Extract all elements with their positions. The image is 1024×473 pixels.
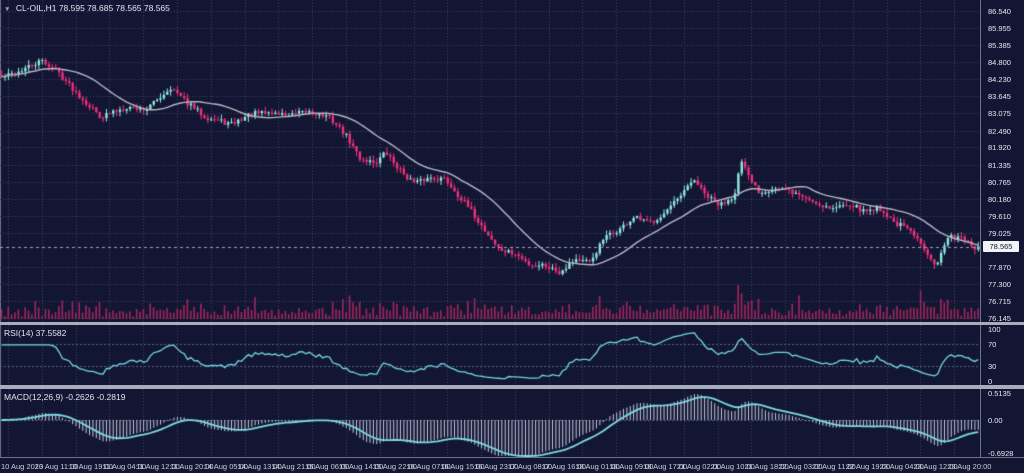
- price-axis-label: 84.230: [988, 75, 1011, 84]
- rsi-axis-label: 30: [988, 362, 996, 371]
- main-chart-panel: ▼ CL-OIL,H1 78.595 78.685 78.565 78.565 …: [0, 0, 1024, 322]
- rsi-panel: RSI(14) 37.5582 100 70 30 0: [0, 325, 1024, 385]
- ohlc-values: 78.595 78.685 78.565 78.565: [59, 3, 170, 13]
- price-axis-label: 82.490: [988, 127, 1011, 136]
- current-price-tag: 78.565: [983, 241, 1019, 252]
- price-axis-label: 86.540: [988, 7, 1011, 16]
- price-axis[interactable]: 78.565 86.540 85.955 85.385 84.800 84.230 83.…: [980, 0, 1024, 322]
- price-axis-label: 77.300: [988, 280, 1011, 289]
- macd-axis-label: -0.6928: [988, 449, 1013, 457]
- price-axis-label: 77.870: [988, 263, 1011, 272]
- price-axis-label: 79.025: [988, 229, 1011, 238]
- macd-title: MACD(12,26,9) -0.2626 -0.2819: [4, 392, 125, 402]
- panel-splitter[interactable]: [0, 322, 1024, 325]
- trading-chart-window: ▼ CL-OIL,H1 78.595 78.685 78.565 78.565 …: [0, 0, 1024, 473]
- rsi-chart-canvas[interactable]: [0, 325, 980, 385]
- chevron-down-icon[interactable]: ▼: [4, 6, 10, 13]
- price-axis-label: 84.800: [988, 58, 1011, 67]
- price-axis-label: 85.955: [988, 24, 1011, 33]
- macd-panel: MACD(12,26,9) -0.2626 -0.2819 0.5135 0.00…: [0, 389, 1024, 457]
- price-axis-label: 81.335: [988, 161, 1011, 170]
- time-axis-label: 23 Aug 20:00: [947, 462, 991, 471]
- rsi-axis-label: 0: [988, 377, 992, 385]
- price-axis-label: 80.180: [988, 195, 1011, 204]
- price-axis-label: 76.145: [988, 314, 1011, 322]
- macd-axis-label: 0.00: [988, 416, 1003, 425]
- rsi-axis[interactable]: 100 70 30 0: [980, 325, 1024, 385]
- symbol-label: CL-OIL,H1: [16, 3, 57, 13]
- panel-splitter[interactable]: [0, 385, 1024, 389]
- price-axis-label: 81.920: [988, 143, 1011, 152]
- chart-title: ▼ CL-OIL,H1 78.595 78.685 78.565 78.565: [4, 3, 170, 13]
- price-axis-label: 76.715: [988, 297, 1011, 306]
- rsi-title: RSI(14) 37.5582: [4, 328, 66, 338]
- price-axis-label: 85.385: [988, 41, 1011, 50]
- candlestick-chart-canvas[interactable]: [0, 0, 980, 322]
- time-axis[interactable]: 10 Aug 202310 Aug 11:0010 Aug 19:0011 Au…: [0, 457, 1024, 473]
- macd-chart-canvas[interactable]: [0, 389, 980, 457]
- macd-axis-label: 0.5135: [988, 389, 1011, 398]
- rsi-axis-label: 100: [988, 325, 1001, 334]
- macd-axis[interactable]: 0.5135 0.00 -0.6928: [980, 389, 1024, 457]
- price-axis-label: 83.075: [988, 109, 1011, 118]
- price-axis-label: 83.645: [988, 92, 1011, 101]
- rsi-axis-label: 70: [988, 340, 996, 349]
- price-axis-label: 80.765: [988, 178, 1011, 187]
- price-axis-label: 79.610: [988, 212, 1011, 221]
